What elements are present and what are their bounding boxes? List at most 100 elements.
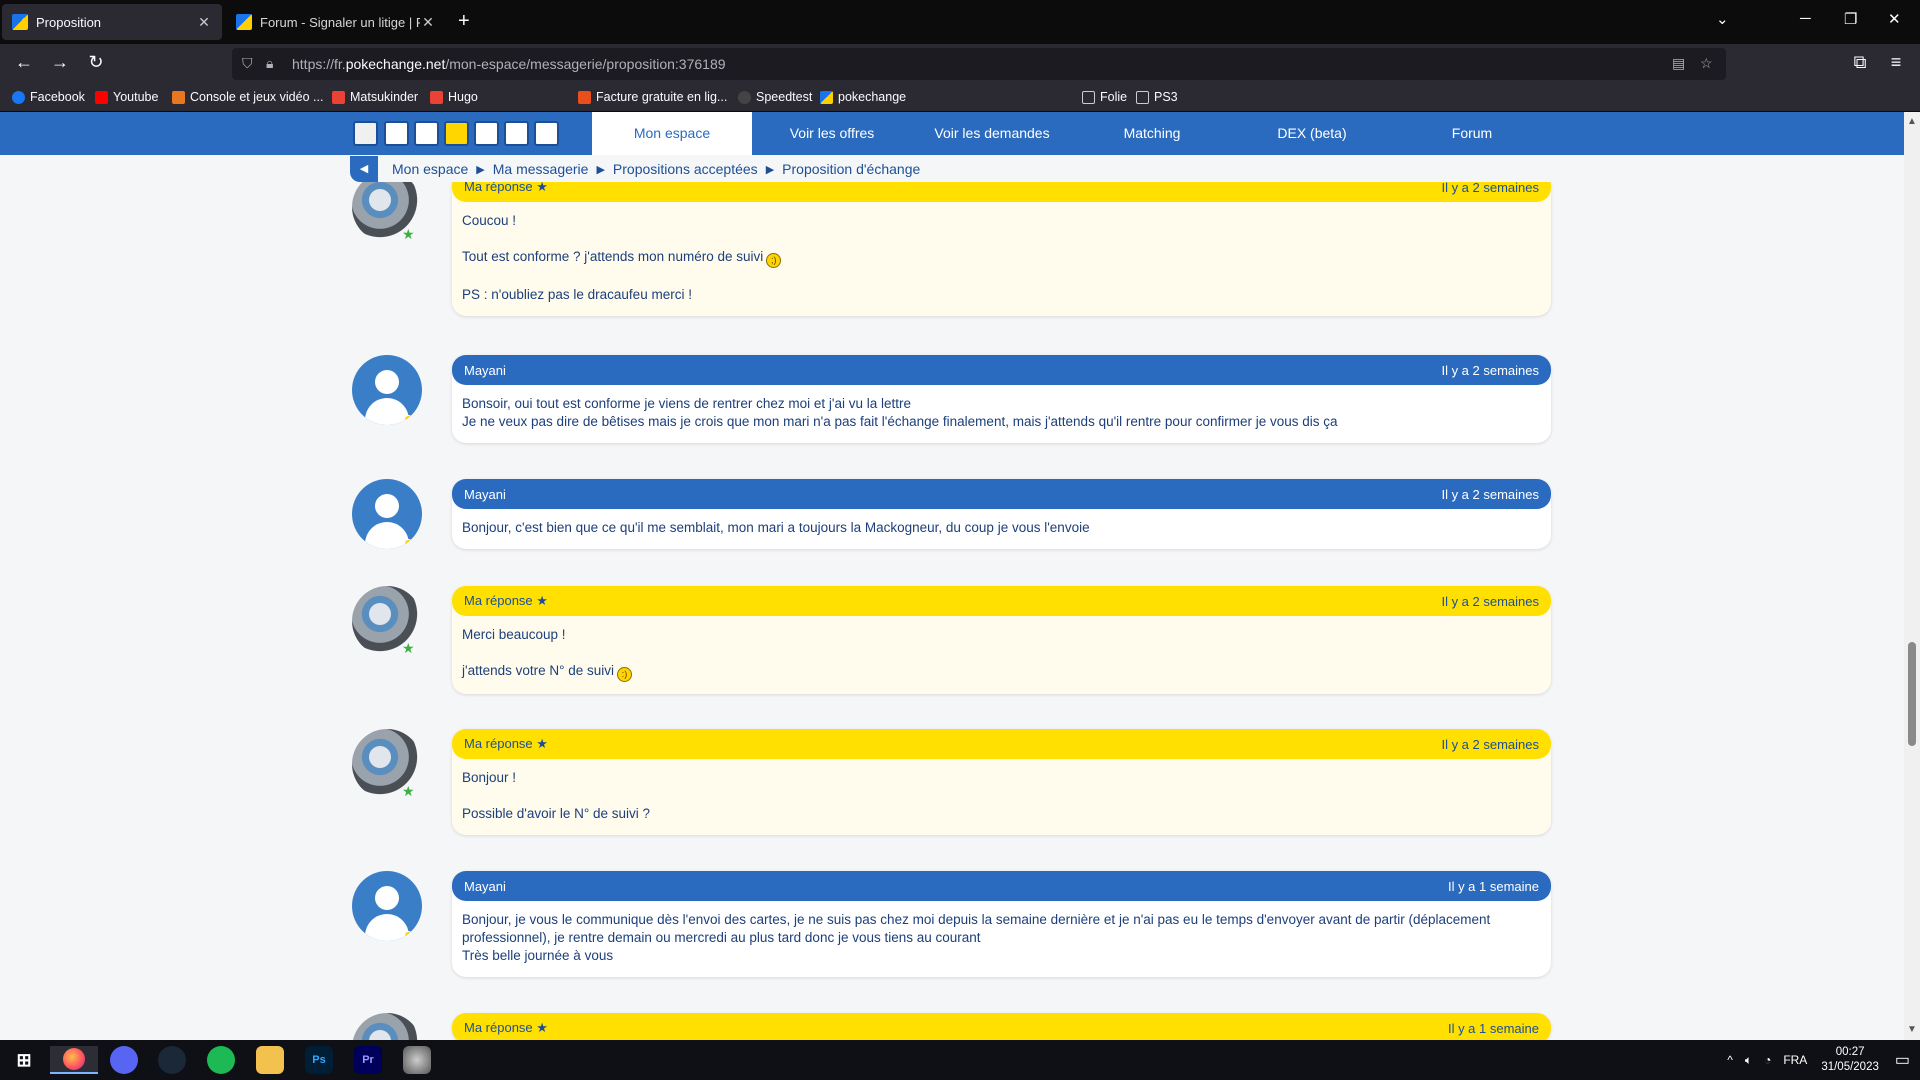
avatar[interactable] (352, 355, 422, 425)
bookmark-console-jeux[interactable]: Console et jeux vidéo ... (172, 90, 323, 104)
bookmark-folder-folie[interactable]: Folie (1082, 90, 1127, 104)
url-bar[interactable]: ⛉ 🔒︎ https://fr.pokechange.net/mon-espac… (232, 48, 1726, 80)
windows-start-icon[interactable]: ⊞ (10, 1046, 38, 1074)
forward-button[interactable]: → (48, 52, 72, 73)
message-author[interactable]: Mayani (464, 363, 506, 378)
tab-list-chevron-icon[interactable]: ⌄ (1716, 10, 1729, 28)
tab-forum[interactable]: Forum - Signaler un litige | Pok ✕ (226, 4, 446, 40)
nav-voir-offres[interactable]: Voir les offres (752, 112, 912, 155)
app-icon[interactable] (403, 1046, 431, 1074)
reader-view-icon[interactable]: ▤ (1672, 55, 1685, 72)
pokechange-favicon-icon (236, 14, 252, 30)
close-window-button[interactable]: ✕ (1888, 10, 1901, 28)
message-time: Il y a 2 semaines (1441, 182, 1539, 195)
message-body: Bonjour ! Possible d'avoir le N° de suiv… (452, 759, 1551, 835)
photoshop-icon[interactable]: Ps (305, 1046, 333, 1074)
message-header: Ma réponse ★ Il y a 2 semaines (452, 182, 1551, 202)
message-author: Ma réponse ★ (464, 1020, 548, 1035)
close-icon[interactable]: ✕ (196, 14, 212, 31)
message-line: Je ne veux pas dire de bêtises mais je c… (462, 414, 1338, 429)
nav-mon-espace[interactable]: Mon espace (592, 112, 752, 155)
star-badge-icon: ★ (402, 640, 415, 656)
minimize-button[interactable]: ─ (1800, 10, 1811, 27)
lock-icon[interactable]: 🔒︎ (266, 55, 273, 72)
tab-proposition[interactable]: Proposition ✕ (2, 4, 222, 40)
scroll-down-icon[interactable]: ▼ (1907, 1024, 1917, 1035)
steam-icon[interactable] (158, 1046, 186, 1074)
breadcrumb: ◀ Mon espace ▶ Ma messagerie ▶ Propositi… (350, 156, 1550, 182)
volume-icon[interactable]: 🔈︎ (1745, 1053, 1752, 1068)
breadcrumb-back-icon[interactable]: ◀ (350, 156, 378, 182)
taskbar-firefox[interactable] (50, 1046, 98, 1074)
avatar[interactable] (352, 871, 422, 941)
language-indicator[interactable]: FRA (1783, 1053, 1807, 1067)
site-header: Mon espace Voir les offres Voir les dema… (0, 112, 1904, 155)
message-author: Ma réponse ★ (464, 182, 548, 194)
avatar[interactable]: ★ (352, 729, 422, 799)
page-scrollbar[interactable]: ▲ ▼ (1904, 112, 1920, 1040)
message-line: Bonjour, c'est bien que ce qu'il me semb… (462, 520, 1090, 535)
avatar[interactable] (352, 1013, 422, 1040)
nav-dex-beta[interactable]: DEX (beta) (1232, 112, 1392, 155)
nav-matching[interactable]: Matching (1072, 112, 1232, 155)
chevron-up-icon[interactable]: ^ (1727, 1053, 1733, 1067)
flag-menu-icon[interactable] (353, 121, 378, 146)
new-tab-button[interactable]: + (458, 10, 470, 33)
back-button[interactable]: ← (12, 52, 36, 73)
message-header: Mayani Il y a 2 semaines (452, 355, 1551, 385)
menu-icon[interactable]: ≡ (1884, 52, 1908, 73)
scroll-thumb[interactable] (1908, 642, 1916, 746)
spotify-icon[interactable] (207, 1046, 235, 1074)
message-thread: ★ Ma réponse ★ Il y a 2 semaines Coucou … (0, 182, 1904, 1040)
shield-icon[interactable]: ⛉ (242, 55, 253, 72)
exchange-icon[interactable] (534, 121, 559, 146)
breadcrumb-propositions[interactable]: Propositions acceptées (613, 161, 758, 177)
smiley-wink-icon: ;) (766, 253, 782, 268)
reload-button[interactable]: ↻ (84, 52, 108, 73)
message-author[interactable]: Mayani (464, 487, 506, 502)
close-icon[interactable]: ✕ (420, 14, 436, 31)
notifications-icon[interactable]: ▭ (1895, 1050, 1910, 1070)
nav-voir-demandes[interactable]: Voir les demandes (912, 112, 1072, 155)
scroll-up-icon[interactable]: ▲ (1907, 116, 1917, 127)
bookmark-facture[interactable]: Facture gratuite en lig... (578, 90, 727, 104)
message-line: Bonjour, je vous le communique dès l'env… (462, 912, 1491, 945)
message-line: Tout est conforme ? j'attends mon numéro… (462, 249, 764, 264)
avatar[interactable]: ★ (352, 586, 422, 656)
bookmark-facebook[interactable]: Facebook (12, 90, 85, 104)
message-author: Ma réponse ★ (464, 593, 548, 608)
system-tray: ^ 🔈︎ ◔ FRA 00:27 31/05/2023 ▭ (1727, 1040, 1910, 1080)
breadcrumb-separator-icon: ▶ (476, 163, 485, 176)
messages-icon[interactable] (384, 121, 409, 146)
avatar[interactable]: ★ (352, 182, 422, 242)
bookmark-hugo[interactable]: Hugo (430, 90, 478, 104)
bookmark-speedtest[interactable]: Speedtest (738, 90, 812, 104)
extensions-icon[interactable]: ⧉ (1848, 52, 1872, 73)
bookmark-pokechange[interactable]: pokechange (820, 90, 906, 104)
message-bubble: Ma réponse ★ Il y a 2 semaines Bonjour !… (452, 729, 1551, 835)
bookmark-folder-ps3[interactable]: PS3 (1136, 90, 1178, 104)
breadcrumb-messagerie[interactable]: Ma messagerie (493, 161, 589, 177)
bookmark-youtube[interactable]: Youtube (95, 90, 158, 104)
bookmark-star-icon[interactable]: ☆ (1700, 55, 1713, 72)
nav-forum[interactable]: Forum (1392, 112, 1552, 155)
file-explorer-icon[interactable] (256, 1046, 284, 1074)
premiere-icon[interactable]: Pr (354, 1046, 382, 1074)
star-badge-icon: ★ (402, 226, 415, 242)
checklist-icon[interactable] (504, 121, 529, 146)
message-author[interactable]: Mayani (464, 879, 506, 894)
breadcrumb-mon-espace[interactable]: Mon espace (392, 161, 468, 177)
facebook-icon (12, 90, 25, 104)
pokeball-icon[interactable] (444, 121, 469, 146)
discord-icon[interactable] (110, 1046, 138, 1074)
avatar[interactable] (352, 479, 422, 549)
profile-icon[interactable] (414, 121, 439, 146)
message-header: Ma réponse ★ Il y a 1 semaine (452, 1013, 1551, 1040)
deck-icon[interactable] (474, 121, 499, 146)
bookmark-matsukinder[interactable]: Matsukinder (332, 90, 418, 104)
clock[interactable]: 00:27 31/05/2023 (1821, 1045, 1879, 1075)
message-bubble: Mayani Il y a 1 semaine Bonjour, je vous… (452, 871, 1551, 977)
message-line: Merci beaucoup ! (462, 627, 566, 642)
network-icon[interactable]: ◔ (1764, 1053, 1771, 1067)
restore-button[interactable]: ❐ (1844, 10, 1857, 28)
